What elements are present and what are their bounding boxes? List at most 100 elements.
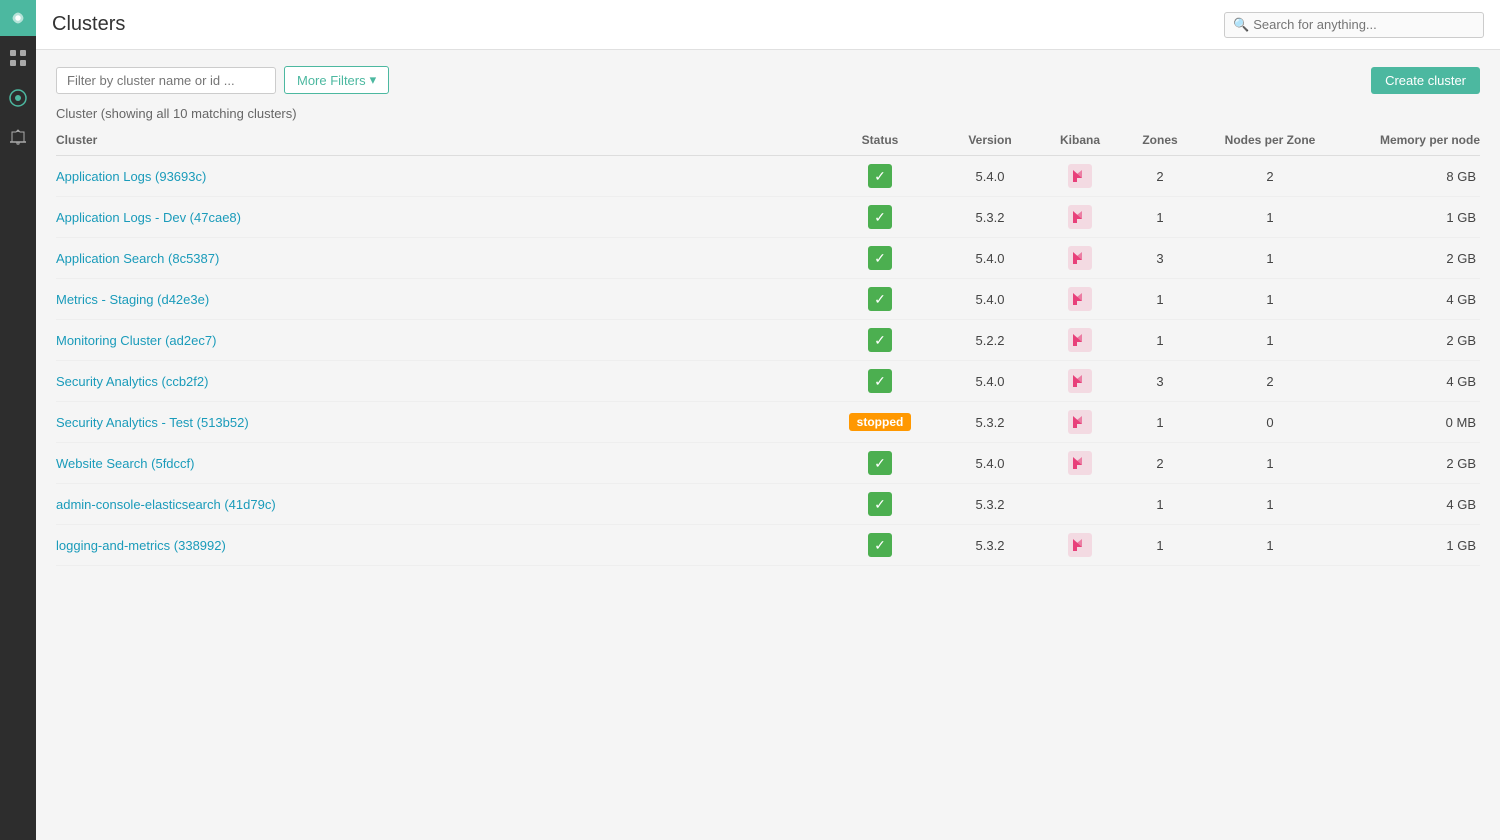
filter-row: More Filters ▾ Create cluster: [56, 66, 1480, 94]
cluster-name-link[interactable]: Metrics - Staging (d42e3e): [56, 292, 820, 307]
status-ok-icon: ✓: [868, 164, 892, 188]
sidebar-logo[interactable]: [0, 0, 36, 36]
nodes-per-zone-cell: 2: [1200, 169, 1340, 184]
status-ok-icon: ✓: [868, 451, 892, 475]
kibana-cell: [1040, 410, 1120, 434]
table-row: Website Search (5fdccf) ✓ 5.4.0 2 1 2 GB: [56, 443, 1480, 484]
cluster-name-link[interactable]: Monitoring Cluster (ad2ec7): [56, 333, 820, 348]
memory-per-node-cell: 0 MB: [1340, 415, 1480, 430]
nodes-per-zone-cell: 1: [1200, 251, 1340, 266]
version-cell: 5.3.2: [940, 415, 1040, 430]
cluster-name-link[interactable]: Security Analytics (ccb2f2): [56, 374, 820, 389]
status-ok-icon: ✓: [868, 287, 892, 311]
table-row: Application Logs (93693c) ✓ 5.4.0 2 2 8 …: [56, 156, 1480, 197]
kibana-icon: [1068, 410, 1092, 434]
status-ok-icon: ✓: [868, 533, 892, 557]
table-row: Monitoring Cluster (ad2ec7) ✓ 5.2.2 1 1 …: [56, 320, 1480, 361]
nodes-per-zone-cell: 0: [1200, 415, 1340, 430]
sidebar: [0, 0, 36, 840]
table-header: Cluster Status Version Kibana Zones Node…: [56, 129, 1480, 156]
cluster-name-link[interactable]: Application Search (8c5387): [56, 251, 820, 266]
table-row: Security Analytics - Test (513b52) stopp…: [56, 402, 1480, 443]
version-cell: 5.4.0: [940, 374, 1040, 389]
global-search-box[interactable]: 🔍: [1224, 12, 1484, 38]
table-row: Application Search (8c5387) ✓ 5.4.0 3 1 …: [56, 238, 1480, 279]
version-cell: 5.3.2: [940, 210, 1040, 225]
kibana-icon: [1068, 328, 1092, 352]
nodes-per-zone-cell: 1: [1200, 292, 1340, 307]
memory-per-node-cell: 2 GB: [1340, 251, 1480, 266]
status-cell: ✓: [820, 287, 940, 311]
col-header-version: Version: [940, 133, 1040, 147]
kibana-icon: [1068, 164, 1092, 188]
create-cluster-button[interactable]: Create cluster: [1371, 67, 1480, 94]
global-search-input[interactable]: [1253, 17, 1475, 32]
memory-per-node-cell: 8 GB: [1340, 169, 1480, 184]
nodes-per-zone-cell: 2: [1200, 374, 1340, 389]
version-cell: 5.4.0: [940, 169, 1040, 184]
col-header-status: Status: [820, 133, 940, 147]
memory-per-node-cell: 1 GB: [1340, 538, 1480, 553]
cluster-name-link[interactable]: Application Logs (93693c): [56, 169, 820, 184]
status-cell: ✓: [820, 492, 940, 516]
page-title: Clusters: [52, 13, 1224, 36]
status-cell: ✓: [820, 369, 940, 393]
col-header-kibana: Kibana: [1040, 133, 1120, 147]
kibana-icon: [1068, 205, 1092, 229]
nodes-per-zone-cell: 1: [1200, 456, 1340, 471]
cluster-name-link[interactable]: Website Search (5fdccf): [56, 456, 820, 471]
memory-per-node-cell: 4 GB: [1340, 497, 1480, 512]
cluster-name-link[interactable]: Application Logs - Dev (47cae8): [56, 210, 820, 225]
kibana-cell: [1040, 328, 1120, 352]
zones-cell: 1: [1120, 538, 1200, 553]
kibana-cell: [1040, 369, 1120, 393]
zones-cell: 1: [1120, 497, 1200, 512]
memory-per-node-cell: 2 GB: [1340, 333, 1480, 348]
status-stopped-badge: stopped: [849, 413, 912, 431]
version-cell: 5.3.2: [940, 538, 1040, 553]
nodes-per-zone-cell: 1: [1200, 538, 1340, 553]
col-header-memory-per-node: Memory per node: [1340, 133, 1480, 147]
zones-cell: 1: [1120, 292, 1200, 307]
memory-per-node-cell: 4 GB: [1340, 292, 1480, 307]
status-ok-icon: ✓: [868, 328, 892, 352]
nodes-per-zone-cell: 1: [1200, 497, 1340, 512]
status-cell: ✓: [820, 164, 940, 188]
sidebar-item-apps[interactable]: [0, 40, 36, 76]
cluster-name-link[interactable]: logging-and-metrics (338992): [56, 538, 820, 553]
version-cell: 5.4.0: [940, 456, 1040, 471]
zones-cell: 1: [1120, 333, 1200, 348]
zones-cell: 2: [1120, 169, 1200, 184]
status-cell: ✓: [820, 533, 940, 557]
sidebar-item-activity[interactable]: [0, 80, 36, 116]
table-row: admin-console-elasticsearch (41d79c) ✓ 5…: [56, 484, 1480, 525]
status-cell: ✓: [820, 205, 940, 229]
nodes-per-zone-cell: 1: [1200, 333, 1340, 348]
cluster-name-link[interactable]: Security Analytics - Test (513b52): [56, 415, 820, 430]
search-icon: 🔍: [1233, 17, 1249, 33]
clusters-table: Cluster (showing all 10 matching cluster…: [56, 106, 1480, 566]
nodes-per-zone-cell: 1: [1200, 210, 1340, 225]
zones-cell: 3: [1120, 374, 1200, 389]
version-cell: 5.3.2: [940, 497, 1040, 512]
status-cell: ✓: [820, 246, 940, 270]
col-header-nodes-per-zone: Nodes per Zone: [1200, 133, 1340, 147]
zones-cell: 1: [1120, 210, 1200, 225]
status-ok-icon: ✓: [868, 369, 892, 393]
content-area: More Filters ▾ Create cluster Cluster (s…: [36, 50, 1500, 840]
cluster-name-link[interactable]: admin-console-elasticsearch (41d79c): [56, 497, 820, 512]
memory-per-node-cell: 2 GB: [1340, 456, 1480, 471]
kibana-icon: [1068, 287, 1092, 311]
more-filters-button[interactable]: More Filters ▾: [284, 66, 389, 94]
table-row: Application Logs - Dev (47cae8) ✓ 5.3.2 …: [56, 197, 1480, 238]
main-content: Clusters 🔍 More Filters ▾ Create cluster…: [36, 0, 1500, 840]
status-ok-icon: ✓: [868, 492, 892, 516]
sidebar-item-notifications[interactable]: [0, 120, 36, 156]
kibana-icon: [1068, 369, 1092, 393]
kibana-cell: [1040, 287, 1120, 311]
topbar: Clusters 🔍: [36, 0, 1500, 50]
version-cell: 5.4.0: [940, 251, 1040, 266]
status-ok-icon: ✓: [868, 246, 892, 270]
cluster-filter-input[interactable]: [56, 67, 276, 94]
kibana-cell: [1040, 246, 1120, 270]
